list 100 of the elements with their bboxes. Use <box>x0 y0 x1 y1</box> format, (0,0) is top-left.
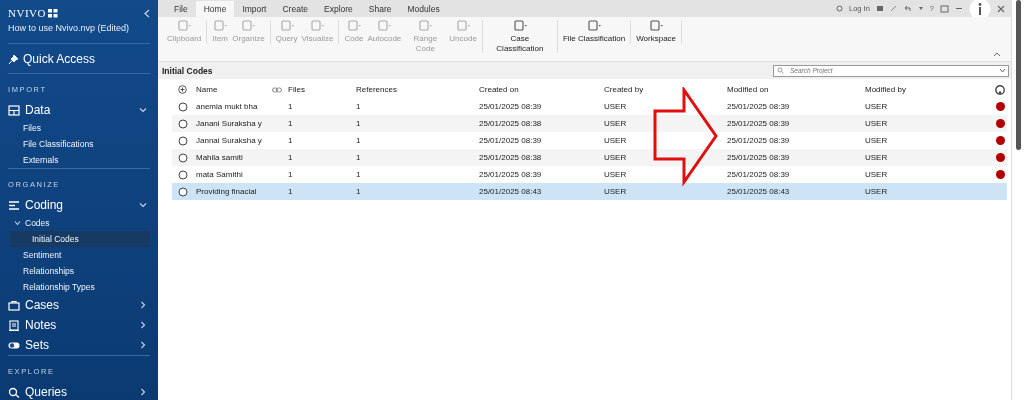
code-node-icon <box>178 101 188 112</box>
table-cell-text: 1 <box>288 170 294 179</box>
column-header[interactable]: Modified by <box>865 85 975 94</box>
table-cell-text: 1 <box>356 187 362 196</box>
menu-tab[interactable]: File <box>166 1 196 17</box>
table-cell-text: Providing finacial <box>196 187 258 196</box>
menu-tab[interactable]: Home <box>195 1 235 17</box>
menu-tab[interactable]: Create <box>274 1 316 17</box>
menu-tab[interactable]: Import <box>234 1 275 17</box>
code-node-icon <box>178 118 188 129</box>
ribbon-button[interactable]: Case Classification <box>485 20 554 54</box>
nav-icon <box>8 319 20 331</box>
document-icon <box>176 20 193 32</box>
column-header[interactable]: Modified on <box>727 85 865 94</box>
table-cell-text: 1 <box>288 136 294 145</box>
table-cell-text: Mahila samiti <box>196 153 244 162</box>
table-cell-text: 1 <box>288 153 294 162</box>
search-icon <box>777 67 784 74</box>
table-cell-text: USER <box>604 136 628 145</box>
nav-item[interactable]: File Classifications <box>8 136 150 152</box>
nav-item[interactable]: Sentiment <box>8 247 150 263</box>
code-node-icon <box>178 152 188 163</box>
table-cell-text: USER <box>865 136 889 145</box>
table-cell-text: 25/01/2025 08:38 <box>479 153 543 162</box>
dropdown-icon[interactable] <box>999 68 1006 73</box>
table-cell-text: 25/01/2025 08:39 <box>479 102 543 111</box>
document-icon <box>455 20 472 32</box>
code-node-icon <box>178 135 188 146</box>
document-icon <box>511 20 528 32</box>
table-cell-text: 1 <box>288 187 294 196</box>
table-cell-text: 25/01/2025 08:39 <box>479 170 543 179</box>
table-row[interactable]: Mahila samiti 1 1 25/01/2025 08:38 USER 25/01/2025 08:39 USER <box>172 149 1007 166</box>
document-icon <box>586 20 603 32</box>
table-cell-text: USER <box>604 119 628 128</box>
table-cell-text: 1 <box>356 119 362 128</box>
menu-tab[interactable]: Modules <box>399 1 448 17</box>
document-icon <box>212 20 229 32</box>
ribbon-button[interactable]: File Classification <box>560 20 628 44</box>
table-row[interactable]: Janani Suraksha y 1 1 25/01/2025 08:38 USER 25/01/2025 08:39 USER <box>172 115 1007 132</box>
nav-item[interactable]: Files <box>8 120 150 136</box>
document-icon <box>417 20 434 32</box>
info-icon[interactable] <box>969 0 991 20</box>
column-header[interactable]: Created by <box>604 85 727 94</box>
nav-item[interactable]: Relationship Types <box>8 279 150 295</box>
gear-icon[interactable] <box>835 5 843 12</box>
ribbon-button[interactable]: Workspace <box>634 20 679 44</box>
quick-access[interactable]: Quick Access <box>8 44 150 74</box>
table-cell-text: mata Samithi <box>196 170 244 179</box>
table-row[interactable]: mata Samithi 1 1 25/01/2025 08:39 USER 25/01/2025 08:39 USER <box>172 166 1007 183</box>
table-row[interactable]: Providing finacial 1 1 25/01/2025 08:43 USER 25/01/2025 08:43 USER <box>172 183 1007 200</box>
table-row[interactable]: anemia mukt bha 1 1 25/01/2025 08:39 USER 25/01/2025 08:39 USER <box>172 98 1007 115</box>
nav-group[interactable]: Data <box>8 100 150 120</box>
nav-item[interactable]: Initial Codes <box>10 231 150 247</box>
nav-item[interactable]: Codes <box>8 215 150 231</box>
nav-group[interactable]: Cases <box>8 295 150 315</box>
table-cell-text: 25/01/2025 08:39 <box>727 170 791 179</box>
code-node-icon <box>178 169 188 180</box>
nav-group[interactable]: Sets <box>8 335 150 355</box>
table-cell-text: 25/01/2025 08:39 <box>727 119 791 128</box>
table-cell-text: 25/01/2025 08:38 <box>479 119 543 128</box>
nav-item[interactable]: Relationships <box>8 263 150 279</box>
column-header[interactable]: References <box>356 85 479 94</box>
column-header[interactable]: Created on <box>479 85 604 94</box>
document-icon <box>376 20 393 32</box>
table-cell-text: USER <box>604 170 628 179</box>
menu-tab[interactable]: Explore <box>316 1 361 17</box>
undo-icon[interactable] <box>903 5 912 12</box>
nav-icon <box>8 299 20 311</box>
table-cell-text: 1 <box>288 102 294 111</box>
table-cell-text: 25/01/2025 08:39 <box>727 153 791 162</box>
minimize-icon[interactable] <box>955 5 963 12</box>
table-cell-text: 25/01/2025 08:39 <box>727 102 791 111</box>
nav-icon <box>8 386 20 398</box>
nav-icon <box>8 199 20 211</box>
nav-group[interactable]: Notes <box>8 315 150 335</box>
nav-item[interactable]: Externals <box>8 152 150 168</box>
add-icon[interactable] <box>178 85 187 94</box>
close-icon[interactable] <box>997 4 1005 13</box>
table-cell-text: USER <box>865 102 889 111</box>
scrollbar[interactable] <box>1011 0 1024 400</box>
dropdown-icon[interactable] <box>917 5 924 12</box>
table-row[interactable]: Jannai Suraksha y 1 1 25/01/2025 08:39 USER 25/01/2025 08:39 USER <box>172 132 1007 149</box>
collapse-ribbon-icon[interactable] <box>993 51 1001 57</box>
window-icon[interactable] <box>940 4 949 13</box>
column-header[interactable]: Name <box>196 85 272 94</box>
palette-icon[interactable] <box>995 84 1005 95</box>
nav-group[interactable]: Coding <box>8 195 150 215</box>
table-cell-text: 1 <box>356 136 362 145</box>
table-cell-text: USER <box>604 102 628 111</box>
table-cell-text: USER <box>865 187 889 196</box>
collapse-icon[interactable] <box>144 8 150 18</box>
table-cell-text: 1 <box>356 170 362 179</box>
table-cell-text: USER <box>604 187 628 196</box>
table-cell-text: USER <box>865 119 889 128</box>
column-header[interactable]: Files <box>288 85 356 94</box>
document-icon <box>240 20 257 32</box>
document-icon <box>278 20 295 32</box>
project-name: How to use Nvivo.nvp (Edited) <box>8 23 131 33</box>
nav-group[interactable]: Queries <box>8 382 150 400</box>
menu-tab[interactable]: Share <box>360 1 400 17</box>
